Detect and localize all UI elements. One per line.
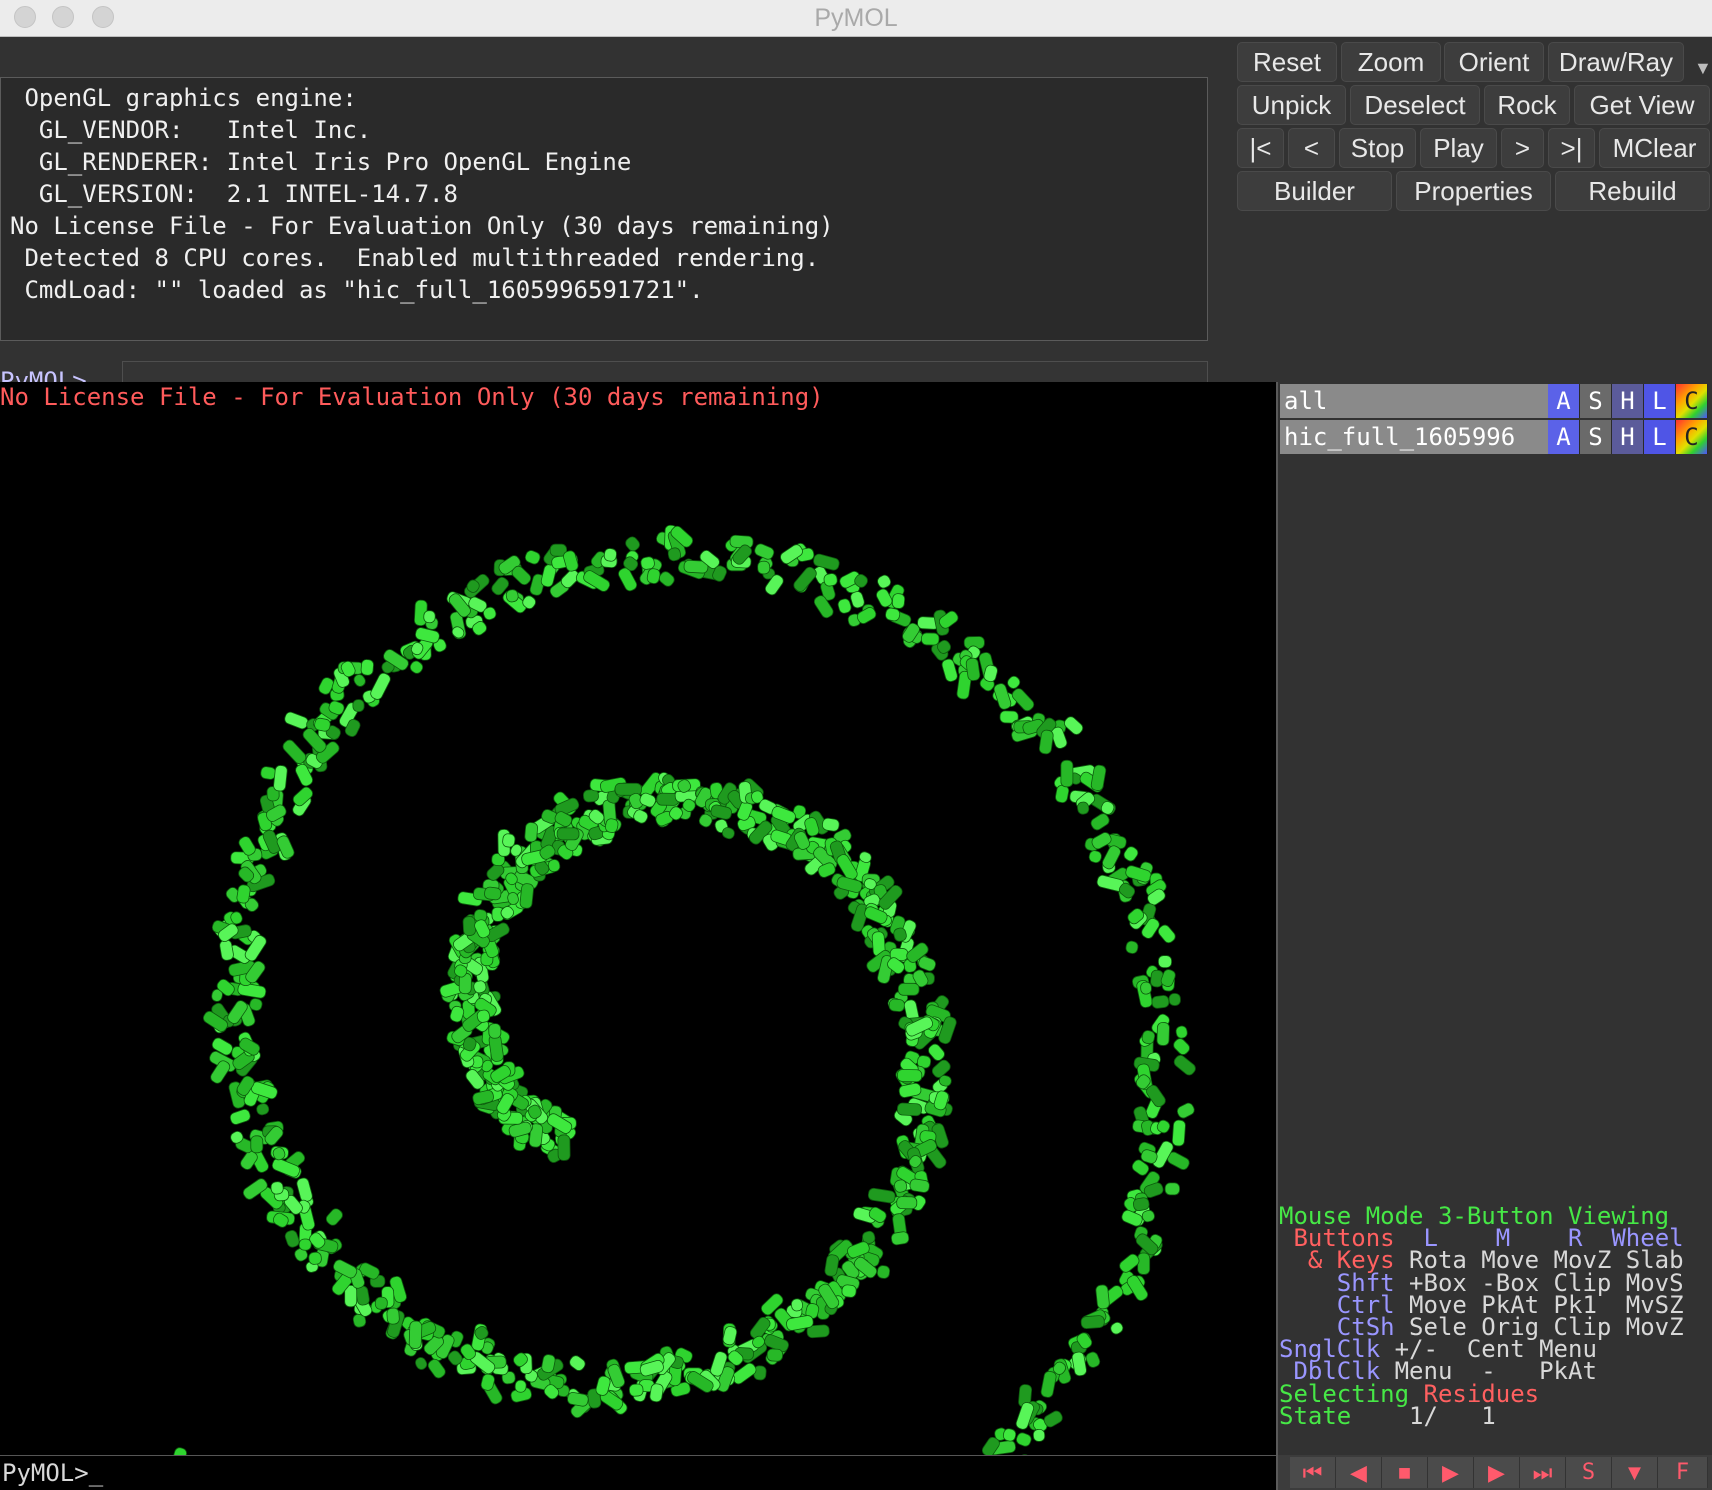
- hide-button[interactable]: H: [1612, 384, 1644, 418]
- label-button[interactable]: L: [1644, 384, 1676, 418]
- unpick-button[interactable]: Unpick: [1237, 85, 1346, 125]
- next-frame-button[interactable]: >: [1501, 128, 1544, 168]
- molecular-viewport[interactable]: No License File - For Evaluation Only (3…: [0, 382, 1276, 1455]
- zoom-button[interactable]: Zoom: [1341, 42, 1441, 82]
- chevron-down-icon[interactable]: ▼: [1694, 58, 1712, 79]
- step-forward-icon[interactable]: ▶: [1474, 1457, 1520, 1488]
- end-icon[interactable]: ⏭: [1520, 1457, 1566, 1488]
- title-bar: PyMOL: [0, 0, 1712, 37]
- state-label: State: [1279, 1401, 1352, 1428]
- state-value: 1/ 1: [1409, 1401, 1496, 1428]
- object-row-hic: hic_full_1605996 A S H L C: [1280, 420, 1712, 454]
- rebuild-button[interactable]: Rebuild: [1555, 171, 1710, 211]
- scene-button[interactable]: S: [1566, 1457, 1612, 1488]
- console-line: No License File - For Evaluation Only (3…: [10, 212, 834, 240]
- draw-ray-button[interactable]: Draw/Ray: [1548, 42, 1684, 82]
- color-button[interactable]: C: [1676, 384, 1708, 418]
- console-line: GL_VENDOR: Intel Inc.: [10, 116, 372, 144]
- action-button[interactable]: A: [1548, 384, 1580, 418]
- rock-button[interactable]: Rock: [1484, 85, 1570, 125]
- window-title: PyMOL: [814, 4, 898, 32]
- builder-button[interactable]: Builder: [1237, 171, 1392, 211]
- console-line: OpenGL graphics engine:: [10, 84, 357, 112]
- viewport-license-notice: No License File - For Evaluation Only (3…: [0, 383, 824, 411]
- reset-button[interactable]: Reset: [1237, 42, 1337, 82]
- chromatin-spiral: [171, 524, 1196, 1455]
- properties-button[interactable]: Properties: [1396, 171, 1551, 211]
- console-line: GL_VERSION: 2.1 INTEL-14.7.8: [10, 180, 458, 208]
- object-name[interactable]: all: [1280, 384, 1548, 418]
- stop-button[interactable]: Stop: [1339, 128, 1416, 168]
- deselect-button[interactable]: Deselect: [1350, 85, 1480, 125]
- chevron-down-icon[interactable]: ▼: [1612, 1457, 1658, 1488]
- console-line: Detected 8 CPU cores. Enabled multithrea…: [10, 244, 820, 272]
- show-button[interactable]: S: [1580, 384, 1612, 418]
- console-line: GL_RENDERER: Intel Iris Pro OpenGL Engin…: [10, 148, 632, 176]
- upper-panel: OpenGL graphics engine: GL_VENDOR: Intel…: [0, 37, 1712, 405]
- play-icon[interactable]: ▶: [1428, 1457, 1474, 1488]
- color-button[interactable]: C: [1676, 420, 1708, 454]
- label-button[interactable]: L: [1644, 420, 1676, 454]
- object-name[interactable]: hic_full_1605996: [1280, 420, 1548, 454]
- molecule-structure[interactable]: [0, 382, 1276, 1455]
- orient-button[interactable]: Orient: [1444, 42, 1544, 82]
- play-button[interactable]: Play: [1420, 128, 1497, 168]
- action-button[interactable]: A: [1548, 420, 1580, 454]
- movie-player-controls: ⏮ ◀ ■ ▶ ▶ ⏭ S ▼ F: [1278, 1455, 1712, 1490]
- mouse-mode-panel[interactable]: Mouse Mode 3-Button Viewing Buttons L M …: [1279, 1205, 1712, 1427]
- stop-icon[interactable]: ■: [1382, 1457, 1428, 1488]
- show-button[interactable]: S: [1580, 420, 1612, 454]
- output-console: OpenGL graphics engine: GL_VENDOR: Intel…: [0, 77, 1208, 341]
- hide-button[interactable]: H: [1612, 420, 1644, 454]
- step-back-icon[interactable]: ◀: [1336, 1457, 1382, 1488]
- last-frame-button[interactable]: >|: [1548, 128, 1595, 168]
- get-view-button[interactable]: Get View: [1574, 85, 1710, 125]
- previous-frame-button[interactable]: <: [1288, 128, 1335, 168]
- object-row-all: all A S H L C: [1280, 384, 1712, 418]
- fullscreen-button[interactable]: F: [1658, 1457, 1708, 1488]
- viewer-command-line[interactable]: PyMOL>_: [0, 1455, 1276, 1490]
- first-frame-button[interactable]: |<: [1237, 128, 1284, 168]
- mclear-button[interactable]: MClear: [1599, 128, 1710, 168]
- console-line: CmdLoad: "" loaded as "hic_full_16059965…: [10, 276, 704, 304]
- rewind-icon[interactable]: ⏮: [1290, 1457, 1336, 1488]
